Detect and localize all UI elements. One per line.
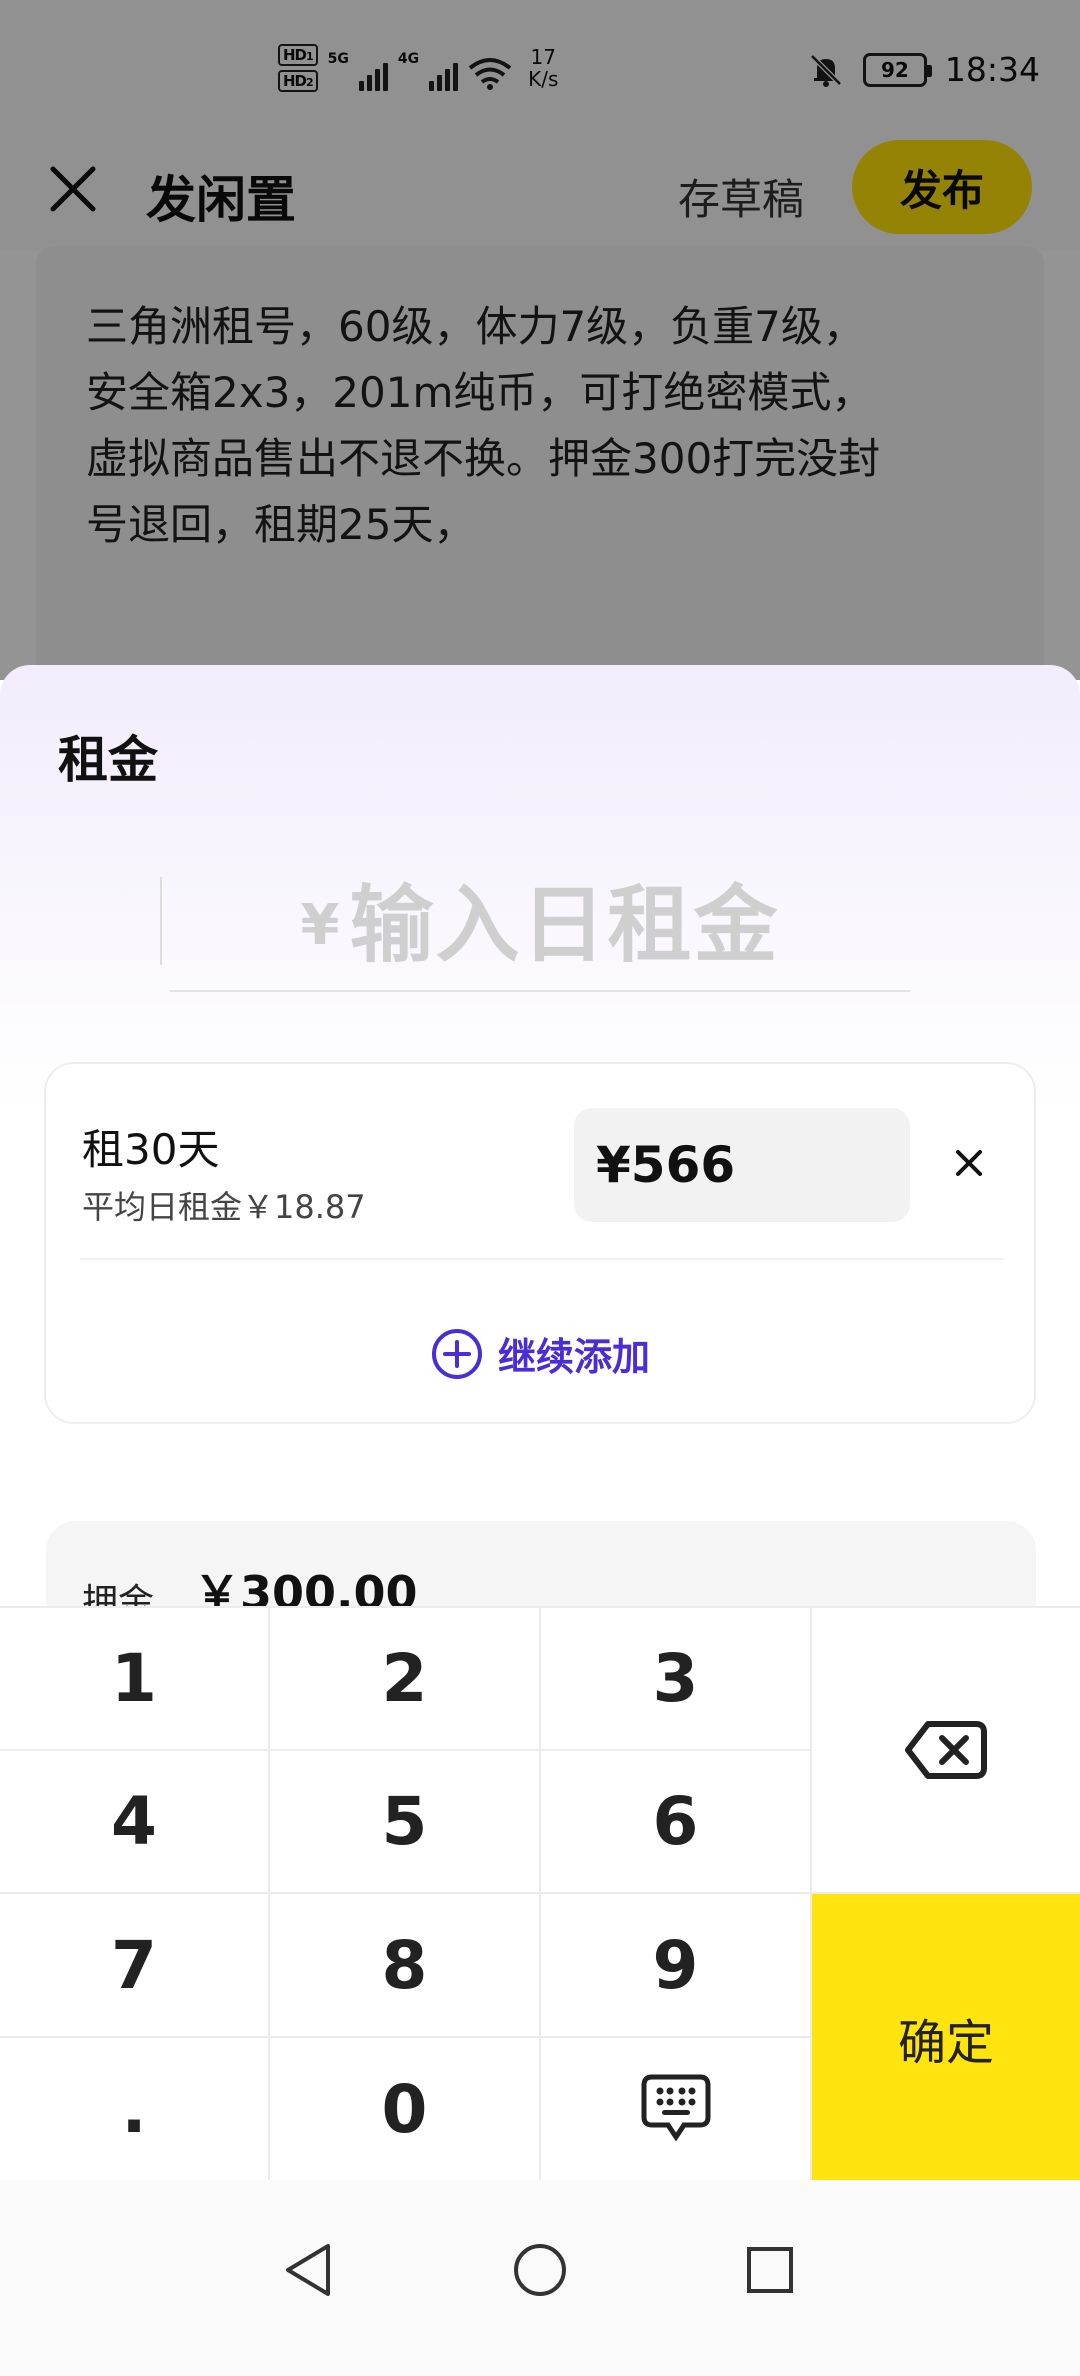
back-button[interactable]	[268, 2230, 348, 2310]
recents-square-icon	[747, 2247, 793, 2293]
input-underline	[170, 990, 910, 992]
keyboard-switch-icon	[641, 2074, 710, 2142]
recents-button[interactable]	[730, 2230, 810, 2310]
key-2[interactable]: 2	[270, 1608, 541, 1751]
key-5[interactable]: 5	[270, 1751, 541, 1894]
plan-price-input[interactable]: ¥566	[574, 1108, 910, 1222]
sheet-title: 租金	[58, 731, 158, 789]
input-caret	[160, 877, 162, 965]
keyboard-switch-button[interactable]	[541, 2038, 812, 2182]
key-1[interactable]: 1	[0, 1608, 270, 1751]
backspace-icon	[905, 1721, 987, 1779]
plan-name: 租30天	[82, 1125, 220, 1174]
dim-overlay[interactable]	[0, 0, 1080, 680]
home-circle-icon	[514, 2244, 566, 2296]
back-triangle-icon	[286, 2244, 330, 2296]
home-button[interactable]	[500, 2230, 580, 2310]
remove-plan-button[interactable]	[940, 1134, 998, 1192]
plus-circle-icon	[432, 1328, 482, 1379]
key-3[interactable]: 3	[541, 1608, 812, 1751]
key-decimal[interactable]: .	[0, 2038, 270, 2182]
key-8[interactable]: 8	[270, 1894, 541, 2038]
key-7[interactable]: 7	[0, 1894, 270, 2038]
key-4[interactable]: 4	[0, 1751, 270, 1894]
key-6[interactable]: 6	[541, 1751, 812, 1894]
rental-plan-card: 租30天 平均日租金￥18.87 ¥566 继续添加	[44, 1062, 1036, 1424]
numeric-keypad: 1 2 3 4 5 6 7 8 9 . 0 确定	[0, 1606, 1080, 2182]
confirm-button[interactable]: 确定	[812, 1894, 1080, 2182]
add-more-label: 继续添加	[498, 1335, 651, 1379]
system-nav-bar	[0, 2180, 1080, 2376]
add-more-button[interactable]: 继续添加	[430, 1326, 650, 1381]
daily-rent-placeholder: 输入日租金	[349, 875, 780, 974]
backspace-button[interactable]	[812, 1608, 1080, 1894]
close-icon	[956, 1150, 982, 1176]
key-9[interactable]: 9	[541, 1894, 812, 2038]
daily-rent-input[interactable]: ¥ 输入日租金	[170, 845, 910, 991]
currency-symbol: ¥	[300, 892, 340, 958]
plan-average-rent: 平均日租金￥18.87	[82, 1188, 366, 1226]
plan-divider	[80, 1258, 1004, 1260]
key-0[interactable]: 0	[270, 2038, 541, 2182]
